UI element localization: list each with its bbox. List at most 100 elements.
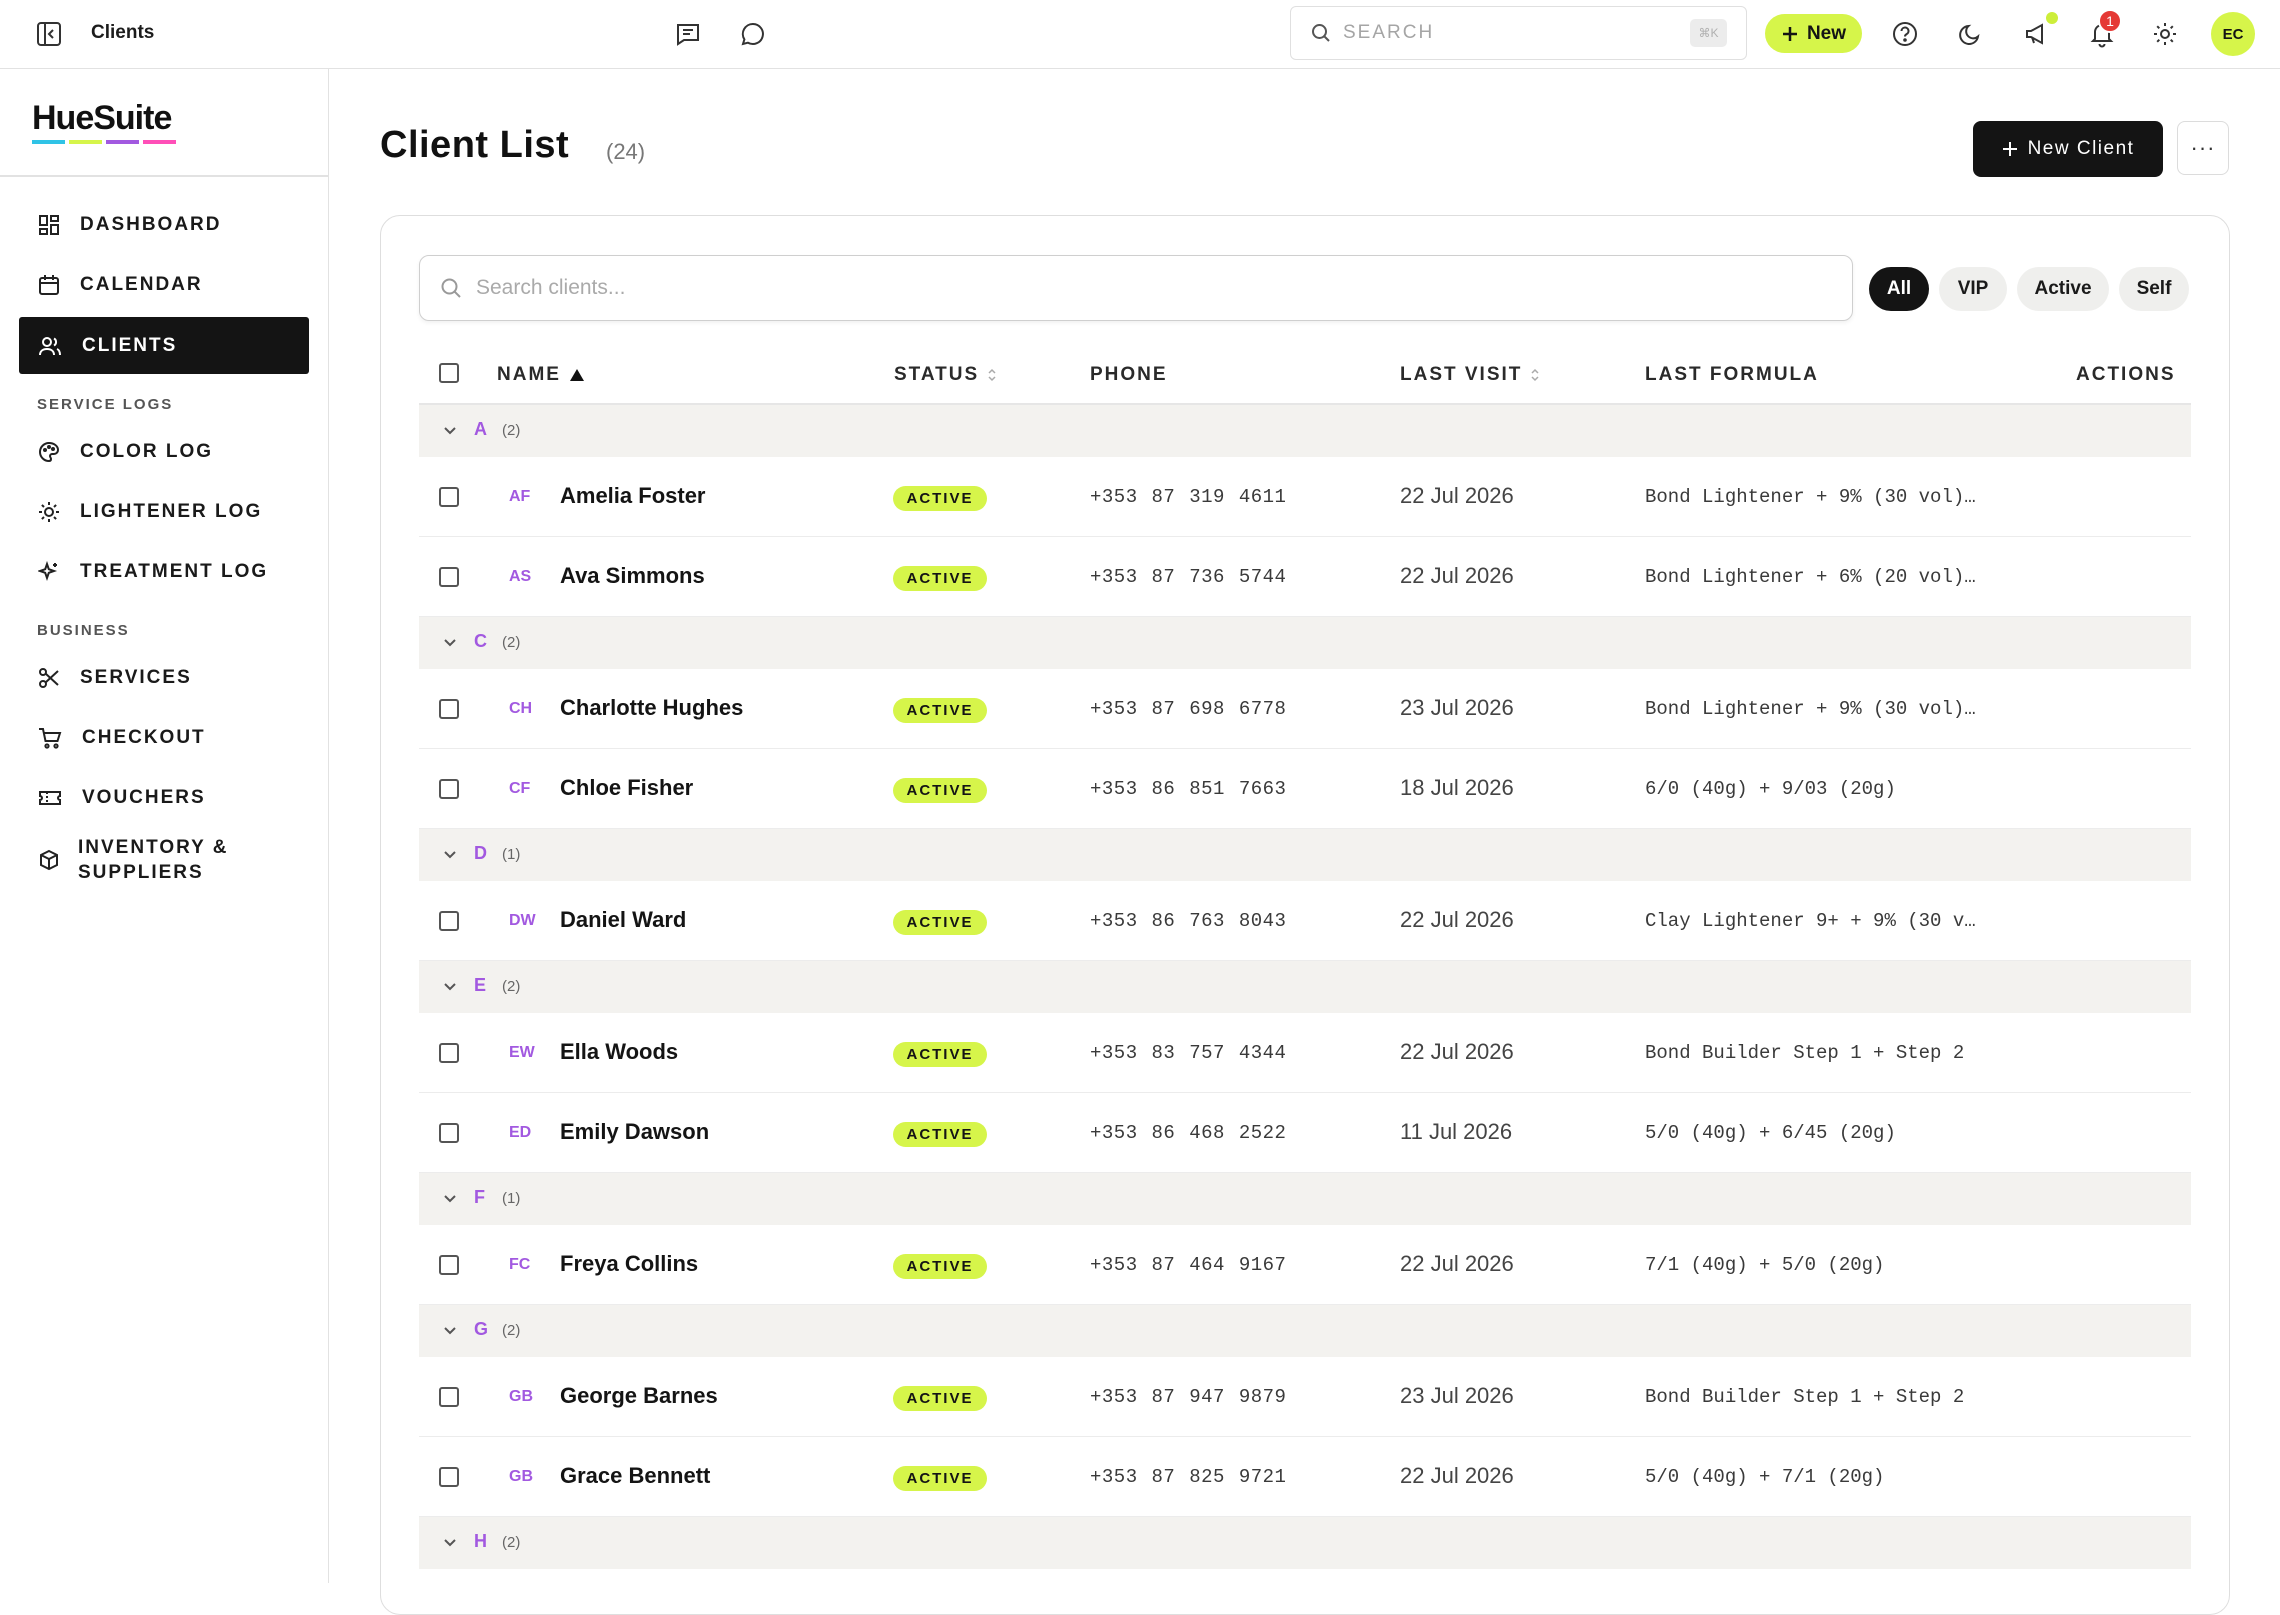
user-avatar[interactable]: EC [2211, 12, 2255, 56]
group-header-f[interactable]: F (1) [419, 1173, 2191, 1225]
client-name[interactable]: George Barnes [560, 1383, 718, 1409]
notes-icon[interactable] [673, 19, 703, 49]
sidebar-item-label: SERVICES [80, 666, 192, 688]
column-name-label: NAME [497, 364, 561, 385]
help-icon[interactable] [1890, 19, 1920, 49]
row-checkbox[interactable] [439, 1123, 459, 1143]
table-row[interactable]: FC Freya Collins ACTIVE +353 87 464 9167… [419, 1225, 2191, 1305]
sidebar-item-dashboard[interactable]: DASHBOARD [19, 196, 309, 253]
sort-ascending-icon [569, 369, 584, 381]
gear-icon[interactable] [2150, 19, 2180, 49]
search-icon [1312, 24, 1330, 42]
table-row[interactable]: GB George Barnes ACTIVE +353 87 947 9879… [419, 1357, 2191, 1437]
group-letter: E [474, 975, 487, 995]
group-letter: D [474, 843, 487, 863]
sidebar-item-services[interactable]: SERVICES [19, 649, 309, 706]
client-phone: +353 87 825 9721 [1090, 1466, 1287, 1488]
row-checkbox[interactable] [439, 487, 459, 507]
client-initials: ED [509, 1124, 532, 1141]
client-name[interactable]: Freya Collins [560, 1251, 698, 1277]
sidebar-toggle-icon[interactable] [36, 21, 62, 47]
ticket-icon [39, 790, 61, 805]
client-name[interactable]: Amelia Foster [560, 483, 706, 509]
table-row[interactable]: EW Ella Woods ACTIVE +353 83 757 4344 22… [419, 1013, 2191, 1093]
sidebar-item-color-log[interactable]: COLOR LOG [19, 423, 309, 480]
select-all-checkbox[interactable] [439, 363, 459, 383]
table-row[interactable]: AS Ava Simmons ACTIVE +353 87 736 5744 2… [419, 537, 2191, 617]
client-search-input[interactable] [476, 276, 1776, 300]
group-count: (2) [502, 1534, 521, 1551]
row-checkbox[interactable] [439, 1467, 459, 1487]
group-header-c[interactable]: C (2) [419, 617, 2191, 669]
more-options-button[interactable]: ··· [2177, 121, 2229, 175]
sidebar-section-service-logs: SERVICE LOGS [37, 396, 174, 413]
filter-all[interactable]: All [1869, 267, 1929, 311]
column-actions-label: ACTIONS [2076, 364, 2176, 385]
client-last-visit: 23 Jul 2026 [1400, 1383, 1514, 1408]
status-badge: ACTIVE [893, 1042, 987, 1067]
row-checkbox[interactable] [439, 779, 459, 799]
table-row[interactable]: GB Grace Bennett ACTIVE +353 87 825 9721… [419, 1437, 2191, 1517]
sidebar-item-treatment-log[interactable]: TREATMENT LOG [19, 543, 309, 600]
box-icon [40, 849, 58, 871]
client-initials: CH [509, 700, 533, 717]
group-header-a[interactable]: A (2) [419, 405, 2191, 457]
group-header-d[interactable]: D (1) [419, 829, 2191, 881]
filter-active[interactable]: Active [2017, 267, 2109, 311]
sidebar-item-inventory[interactable]: INVENTORY & SUPPLIERS [19, 829, 309, 891]
client-name[interactable]: Ella Woods [560, 1039, 678, 1065]
group-header-h[interactable]: H (2) [419, 1517, 2191, 1569]
chat-icon[interactable] [738, 19, 768, 49]
table-row[interactable]: DW Daniel Ward ACTIVE +353 86 763 8043 2… [419, 881, 2191, 961]
row-checkbox[interactable] [439, 1387, 459, 1407]
column-header-last-visit[interactable]: LAST VISIT [1400, 364, 1540, 386]
new-client-button[interactable]: New Client [1973, 121, 2163, 177]
client-phone: +353 83 757 4344 [1090, 1042, 1287, 1064]
column-phone-label: PHONE [1090, 364, 1168, 385]
sidebar-item-lightener-log[interactable]: LIGHTENER LOG [19, 483, 309, 540]
client-search[interactable] [419, 255, 1853, 321]
sidebar-item-vouchers[interactable]: VOUCHERS [19, 769, 309, 826]
client-name[interactable]: Emily Dawson [560, 1119, 709, 1145]
row-checkbox[interactable] [439, 567, 459, 587]
client-name[interactable]: Daniel Ward [560, 907, 686, 933]
sparkle-icon [38, 560, 58, 581]
table-row[interactable]: CH Charlotte Hughes ACTIVE +353 87 698 6… [419, 669, 2191, 749]
group-count: (2) [502, 634, 521, 651]
client-last-formula: 7/1 (40g) + 5/0 (20g) [1645, 1254, 1885, 1276]
sun-icon [39, 501, 59, 522]
row-checkbox[interactable] [439, 1255, 459, 1275]
table-row[interactable]: CF Chloe Fisher ACTIVE +353 86 851 7663 … [419, 749, 2191, 829]
row-checkbox[interactable] [439, 911, 459, 931]
dark-mode-icon[interactable] [1956, 19, 1986, 49]
sidebar-item-calendar[interactable]: CALENDAR [19, 256, 309, 313]
client-name[interactable]: Charlotte Hughes [560, 695, 743, 721]
dashboard-icon [39, 214, 59, 235]
cart-icon [39, 727, 62, 749]
client-count: (24) [606, 139, 646, 164]
row-checkbox[interactable] [439, 1043, 459, 1063]
sidebar-divider [0, 175, 329, 177]
client-phone: +353 86 763 8043 [1090, 910, 1287, 932]
client-last-formula: Bond Lightener + 9% (30 vol)… [1645, 698, 1976, 720]
announcement-icon[interactable] [2023, 19, 2053, 49]
client-name[interactable]: Grace Bennett [560, 1463, 710, 1489]
client-name[interactable]: Chloe Fisher [560, 775, 693, 801]
column-header-name[interactable]: NAME [497, 364, 585, 386]
new-button[interactable]: New [1765, 14, 1862, 53]
filter-vip[interactable]: VIP [1939, 267, 2007, 311]
table-row[interactable]: ED Emily Dawson ACTIVE +353 86 468 2522 … [419, 1093, 2191, 1173]
sidebar-item-clients[interactable]: CLIENTS [19, 317, 309, 374]
column-header-status[interactable]: STATUS [894, 364, 997, 386]
sidebar-section-business: BUSINESS [37, 622, 130, 639]
group-header-g[interactable]: G (2) [419, 1305, 2191, 1357]
global-search[interactable]: SEARCH ⌘K [1290, 6, 1747, 60]
group-header-e[interactable]: E (2) [419, 961, 2191, 1013]
group-count: (2) [502, 978, 521, 995]
table-row[interactable]: AF Amelia Foster ACTIVE +353 87 319 4611… [419, 457, 2191, 537]
row-checkbox[interactable] [439, 699, 459, 719]
filter-self[interactable]: Self [2119, 267, 2189, 311]
logo[interactable]: HueSuite [32, 99, 176, 144]
sidebar-item-checkout[interactable]: CHECKOUT [19, 709, 309, 766]
client-name[interactable]: Ava Simmons [560, 563, 705, 589]
